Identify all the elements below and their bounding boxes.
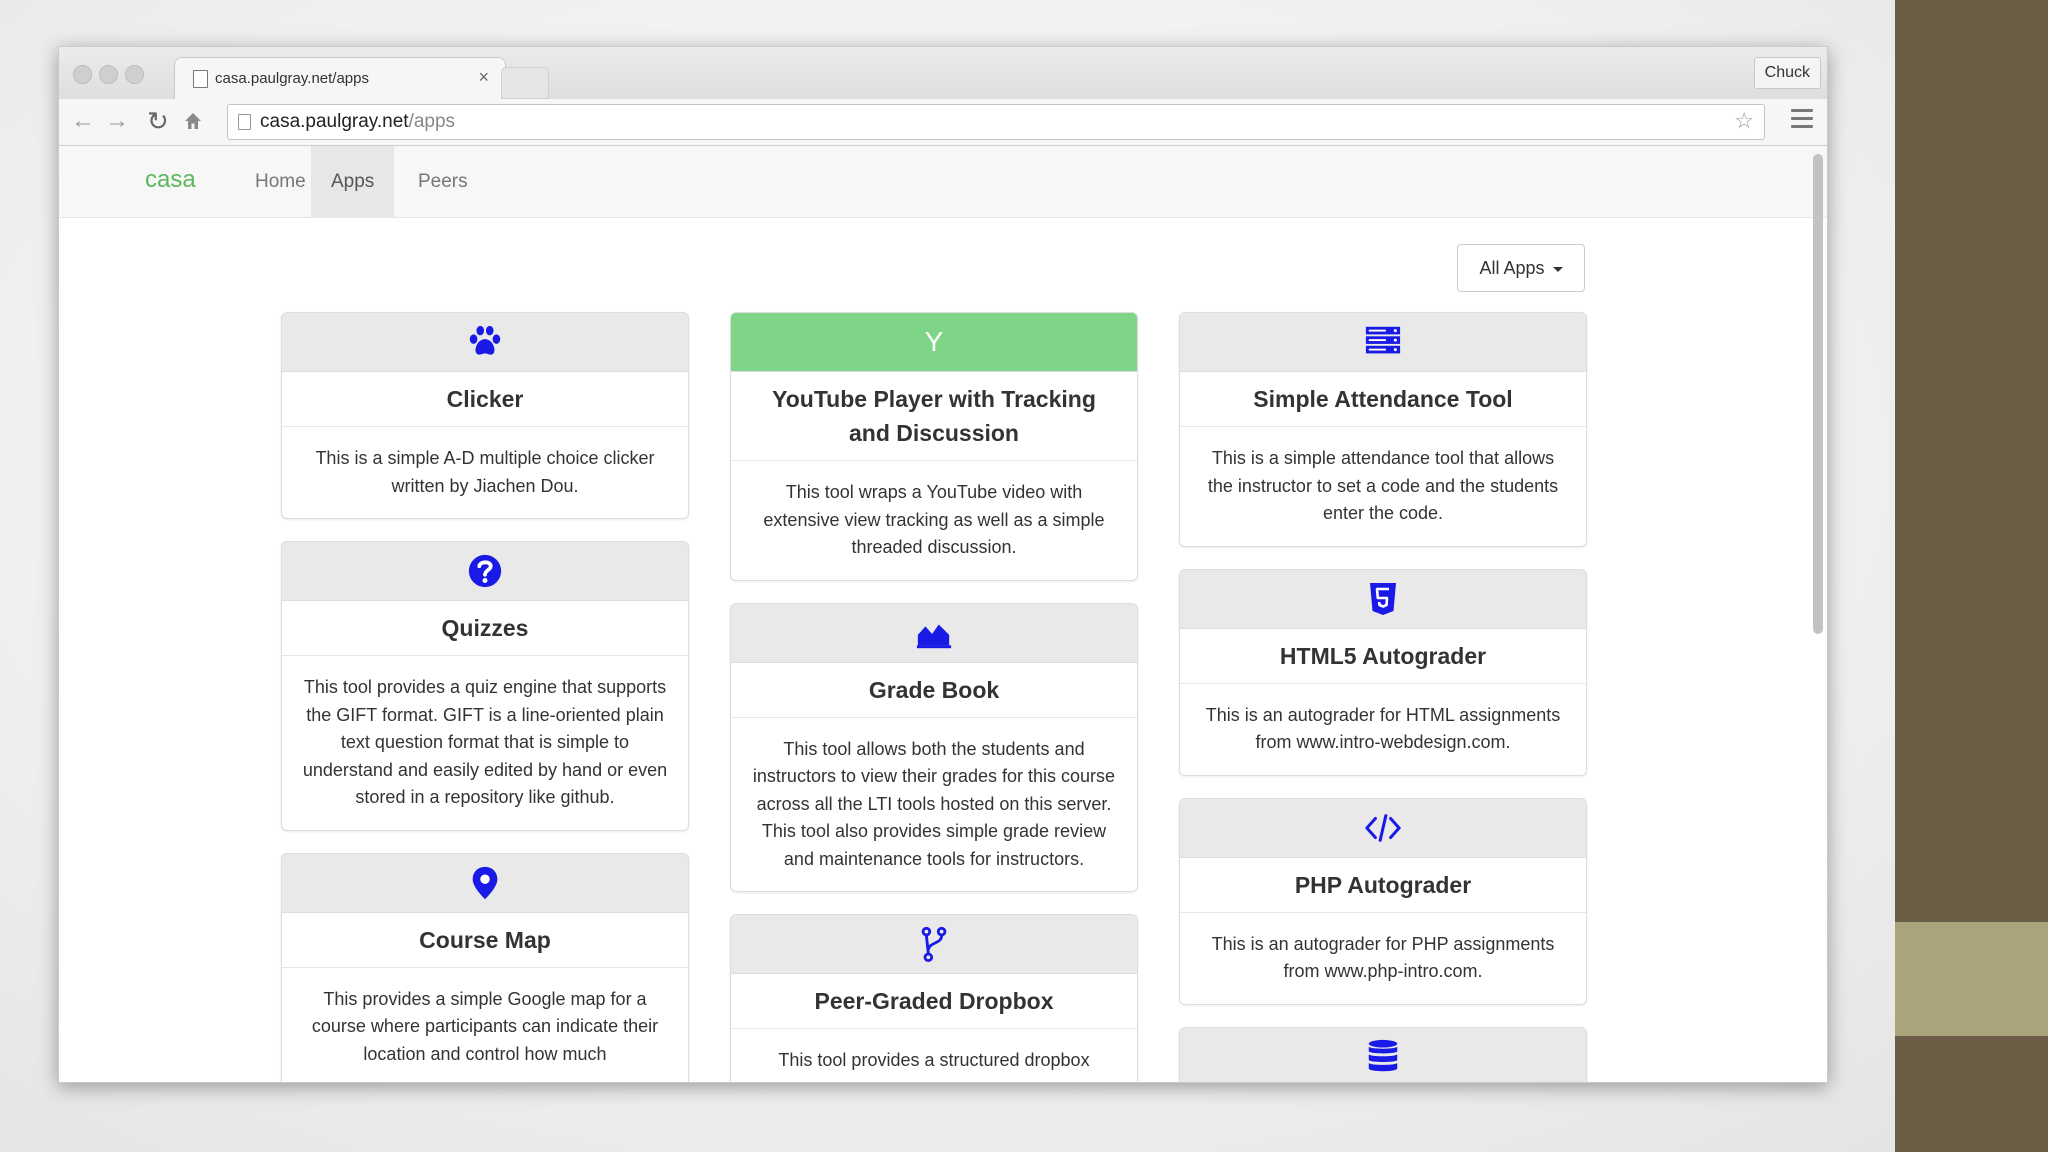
app-title: Clicker bbox=[282, 372, 688, 427]
app-description: This tool wraps a YouTube video with ext… bbox=[763, 482, 1105, 557]
app-description: This is a simple A-D multiple choice cli… bbox=[315, 448, 655, 496]
app-filter-dropdown[interactable]: All Apps bbox=[1457, 244, 1585, 292]
app-description: This provides a simple Google map for a … bbox=[311, 988, 659, 1064]
app-title: Course Map bbox=[282, 913, 688, 968]
browser-window: casa.paulgray.net/apps × Chuck ← → ↻ cas… bbox=[58, 46, 1828, 1083]
apps-column-1: Clicker This is a simple A-D multiple ch… bbox=[281, 312, 689, 1082]
server-icon bbox=[1365, 326, 1401, 354]
home-icon[interactable] bbox=[183, 106, 203, 139]
profile-button[interactable]: Chuck bbox=[1753, 57, 1821, 89]
app-card-clicker[interactable]: Clicker This is a simple A-D multiple ch… bbox=[281, 312, 689, 519]
back-arrow-icon[interactable]: ← bbox=[71, 106, 95, 136]
page-info-icon bbox=[238, 114, 251, 130]
app-description: This tool provides a structured dropbox bbox=[778, 1050, 1090, 1070]
window-maximize-dot[interactable] bbox=[125, 65, 144, 84]
window-close-dot[interactable] bbox=[73, 65, 92, 84]
app-title: PHP Autograder bbox=[1180, 858, 1586, 913]
app-card-database[interactable] bbox=[1179, 1026, 1587, 1082]
browser-toolbar: ← → ↻ casa.paulgray.net/apps ☆ bbox=[59, 99, 1827, 146]
window-minimize-dot[interactable] bbox=[99, 65, 118, 84]
app-title: Quizzes bbox=[282, 601, 688, 656]
apps-column-3: Simple Attendance Tool This is a simple … bbox=[1179, 312, 1587, 1082]
app-card-php-autograder[interactable]: PHP Autograder This is an autograder for… bbox=[1179, 797, 1587, 1005]
app-description: This tool provides a quiz engine that su… bbox=[302, 677, 668, 807]
brand-logo[interactable]: casa bbox=[145, 166, 196, 194]
forward-arrow-icon[interactable]: → bbox=[105, 106, 129, 136]
address-bar[interactable]: casa.paulgray.net/apps ☆ bbox=[227, 104, 1765, 140]
browser-tab[interactable]: casa.paulgray.net/apps × bbox=[174, 57, 506, 100]
hamburger-menu-icon[interactable] bbox=[1791, 109, 1813, 133]
map-marker-icon bbox=[472, 866, 498, 899]
database-icon bbox=[1368, 1039, 1398, 1071]
slide-side-accent bbox=[1895, 922, 2048, 1036]
area-chart-icon bbox=[916, 623, 952, 648]
letter-y-icon: Y bbox=[924, 326, 944, 357]
apps-column-2: Y YouTube Player with Tracking and Discu… bbox=[730, 312, 1138, 1082]
reload-icon[interactable]: ↻ bbox=[147, 106, 169, 136]
app-description: This tool allows both the students and i… bbox=[752, 738, 1116, 869]
app-description: This is an autograder for HTML assignmen… bbox=[1205, 704, 1561, 753]
app-card-quizzes[interactable]: Quizzes This tool provides a quiz engine… bbox=[281, 541, 689, 831]
tab-title: casa.paulgray.net/apps bbox=[215, 70, 369, 87]
app-card-attendance[interactable]: Simple Attendance Tool This is a simple … bbox=[1179, 312, 1587, 547]
new-tab-button[interactable] bbox=[501, 67, 549, 99]
app-card-grade-book[interactable]: Grade Book This tool allows both the stu… bbox=[730, 602, 1138, 892]
caret-down-icon bbox=[1552, 266, 1563, 272]
nav-link-apps[interactable]: Apps bbox=[311, 146, 395, 217]
nav-link-peers[interactable]: Peers bbox=[398, 146, 488, 217]
app-card-course-map[interactable]: Course Map This provides a simple Google… bbox=[281, 852, 689, 1082]
app-title: Peer-Graded Dropbox bbox=[731, 974, 1137, 1029]
app-title: HTML5 Autograder bbox=[1180, 629, 1586, 684]
html5-icon bbox=[1370, 582, 1396, 615]
page-content: casa Home Apps Peers All Apps Clicker Th… bbox=[59, 146, 1827, 1082]
app-card-peer-graded-dropbox[interactable]: Peer-Graded Dropbox This tool provides a… bbox=[730, 914, 1138, 1082]
app-title: Simple Attendance Tool bbox=[1180, 372, 1586, 427]
app-title: YouTube Player with Tracking and Discuss… bbox=[731, 372, 1137, 461]
site-navbar: casa Home Apps Peers bbox=[59, 146, 1827, 218]
tab-close-icon[interactable]: × bbox=[478, 67, 489, 88]
paw-icon bbox=[469, 325, 501, 355]
document-icon bbox=[193, 70, 208, 88]
url-text: casa.paulgray.net/apps bbox=[260, 111, 456, 132]
app-description: This is a simple attendance tool that al… bbox=[1207, 448, 1559, 523]
app-card-youtube[interactable]: Y YouTube Player with Tracking and Discu… bbox=[730, 312, 1138, 581]
question-circle-icon bbox=[468, 554, 502, 588]
app-title: Grade Book bbox=[731, 663, 1137, 718]
tab-bar: casa.paulgray.net/apps × Chuck bbox=[59, 47, 1827, 100]
app-card-html5-autograder[interactable]: HTML5 Autograder This is an autograder f… bbox=[1179, 568, 1587, 776]
code-fork-icon bbox=[921, 926, 947, 963]
app-description: This is an autograder for PHP assignment… bbox=[1211, 933, 1555, 982]
code-icon bbox=[1365, 813, 1401, 842]
bookmark-star-icon[interactable]: ☆ bbox=[1734, 108, 1754, 134]
page-scrollbar[interactable] bbox=[1813, 154, 1823, 634]
